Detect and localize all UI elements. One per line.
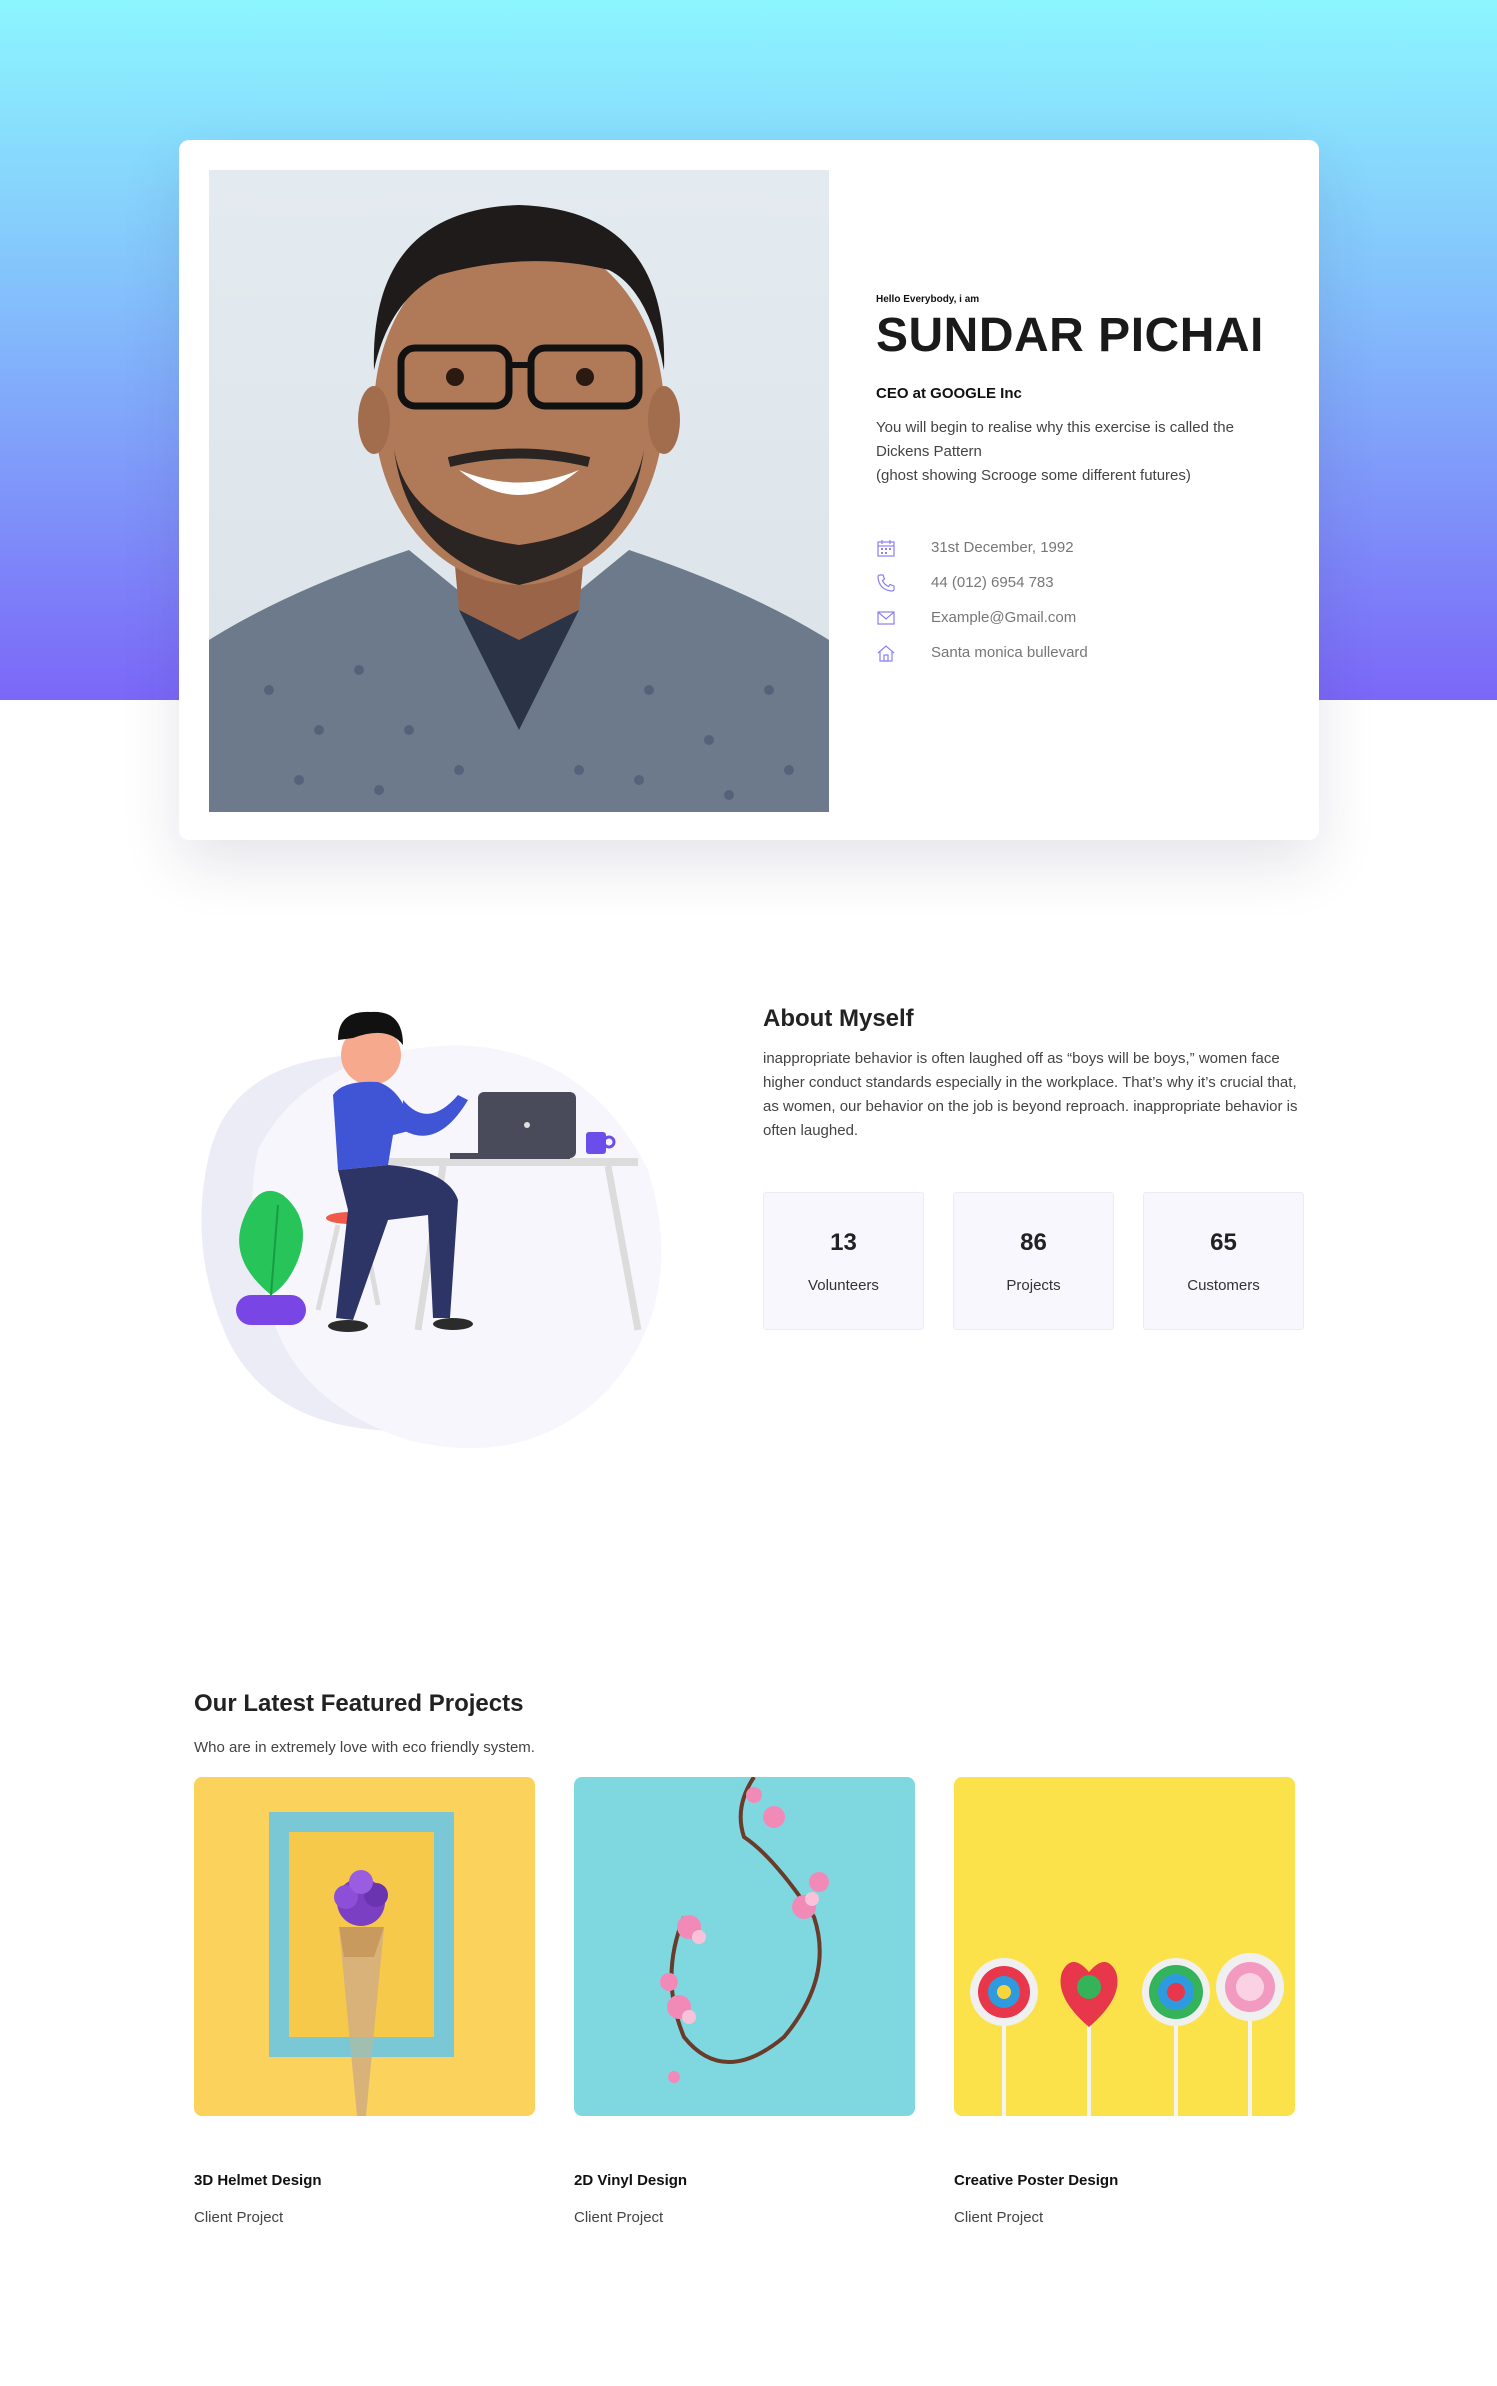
stat-projects: 86 Projects bbox=[953, 1192, 1114, 1330]
greeting-text: Hello Everybody, i am bbox=[876, 294, 980, 305]
projects-header: Our Latest Featured Projects Who are in … bbox=[194, 1690, 535, 1756]
project-title[interactable]: 2D Vinyl Design bbox=[574, 2172, 915, 2189]
contact-list: 31st December, 1992 44 (012) 6954 783 Ex… bbox=[876, 530, 1296, 670]
stat-customers-value: 65 bbox=[1210, 1228, 1237, 1256]
contact-email-text: Example@Gmail.com bbox=[931, 609, 1077, 627]
about-section: About Myself inappropriate behavior is o… bbox=[763, 1005, 1303, 1143]
profile-card: Hello Everybody, i am SUNDAR PICHAI CEO … bbox=[179, 140, 1319, 840]
about-title: About Myself bbox=[763, 1005, 914, 1032]
project-card[interactable]: Creative Poster Design Client Project bbox=[954, 1777, 1295, 2226]
stat-volunteers-label: Volunteers bbox=[808, 1276, 879, 1294]
project-image-poster[interactable] bbox=[954, 1777, 1295, 2116]
about-illustration bbox=[188, 1000, 698, 1470]
profile-bio: You will begin to realise why this exerc… bbox=[876, 419, 1234, 485]
project-title[interactable]: Creative Poster Design bbox=[954, 2172, 1295, 2189]
profile-role: CEO at GOOGLE Inc bbox=[876, 385, 1022, 403]
contact-phone-text: 44 (012) 6954 783 bbox=[931, 574, 1054, 592]
profile-info: Hello Everybody, i am SUNDAR PICHAI CEO … bbox=[876, 294, 1296, 670]
project-card[interactable]: 3D Helmet Design Client Project bbox=[194, 1777, 535, 2226]
stat-projects-value: 86 bbox=[1020, 1228, 1047, 1256]
stat-volunteers: 13 Volunteers bbox=[763, 1192, 924, 1330]
stat-customers-label: Customers bbox=[1187, 1276, 1260, 1294]
contact-birthday: 31st December, 1992 bbox=[876, 530, 1296, 565]
about-text: inappropriate behavior is often laughed … bbox=[763, 1050, 1298, 1139]
contact-address-text: Santa monica bullevard bbox=[931, 644, 1088, 662]
profile-photo bbox=[209, 170, 829, 812]
contact-birthday-text: 31st December, 1992 bbox=[931, 539, 1074, 557]
project-title[interactable]: 3D Helmet Design bbox=[194, 2172, 535, 2189]
project-type: Client Project bbox=[574, 2209, 664, 2226]
project-type: Client Project bbox=[194, 2209, 284, 2226]
stat-projects-label: Projects bbox=[1006, 1276, 1061, 1294]
project-card[interactable]: 2D Vinyl Design Client Project bbox=[574, 1777, 915, 2226]
project-image-helmet[interactable] bbox=[194, 1777, 535, 2116]
projects-grid: 3D Helmet Design Client Project 2D Vinyl… bbox=[194, 1777, 1295, 2226]
contact-email[interactable]: Example@Gmail.com bbox=[876, 600, 1296, 635]
contact-phone[interactable]: 44 (012) 6954 783 bbox=[876, 565, 1296, 600]
projects-title: Our Latest Featured Projects bbox=[194, 1690, 524, 1717]
project-type: Client Project bbox=[954, 2209, 1044, 2226]
stats-row: 13 Volunteers 86 Projects 65 Customers bbox=[763, 1192, 1304, 1330]
contact-address: Santa monica bullevard bbox=[876, 635, 1296, 670]
mail-icon bbox=[877, 611, 895, 625]
phone-icon bbox=[877, 574, 895, 592]
calendar-icon bbox=[877, 539, 895, 557]
stat-customers: 65 Customers bbox=[1143, 1192, 1304, 1330]
project-image-vinyl[interactable] bbox=[574, 1777, 915, 2116]
home-icon bbox=[877, 645, 895, 662]
profile-name: SUNDAR PICHAI bbox=[876, 309, 1264, 362]
projects-subtitle: Who are in extremely love with eco frien… bbox=[194, 1739, 535, 1756]
stat-volunteers-value: 13 bbox=[830, 1228, 857, 1256]
